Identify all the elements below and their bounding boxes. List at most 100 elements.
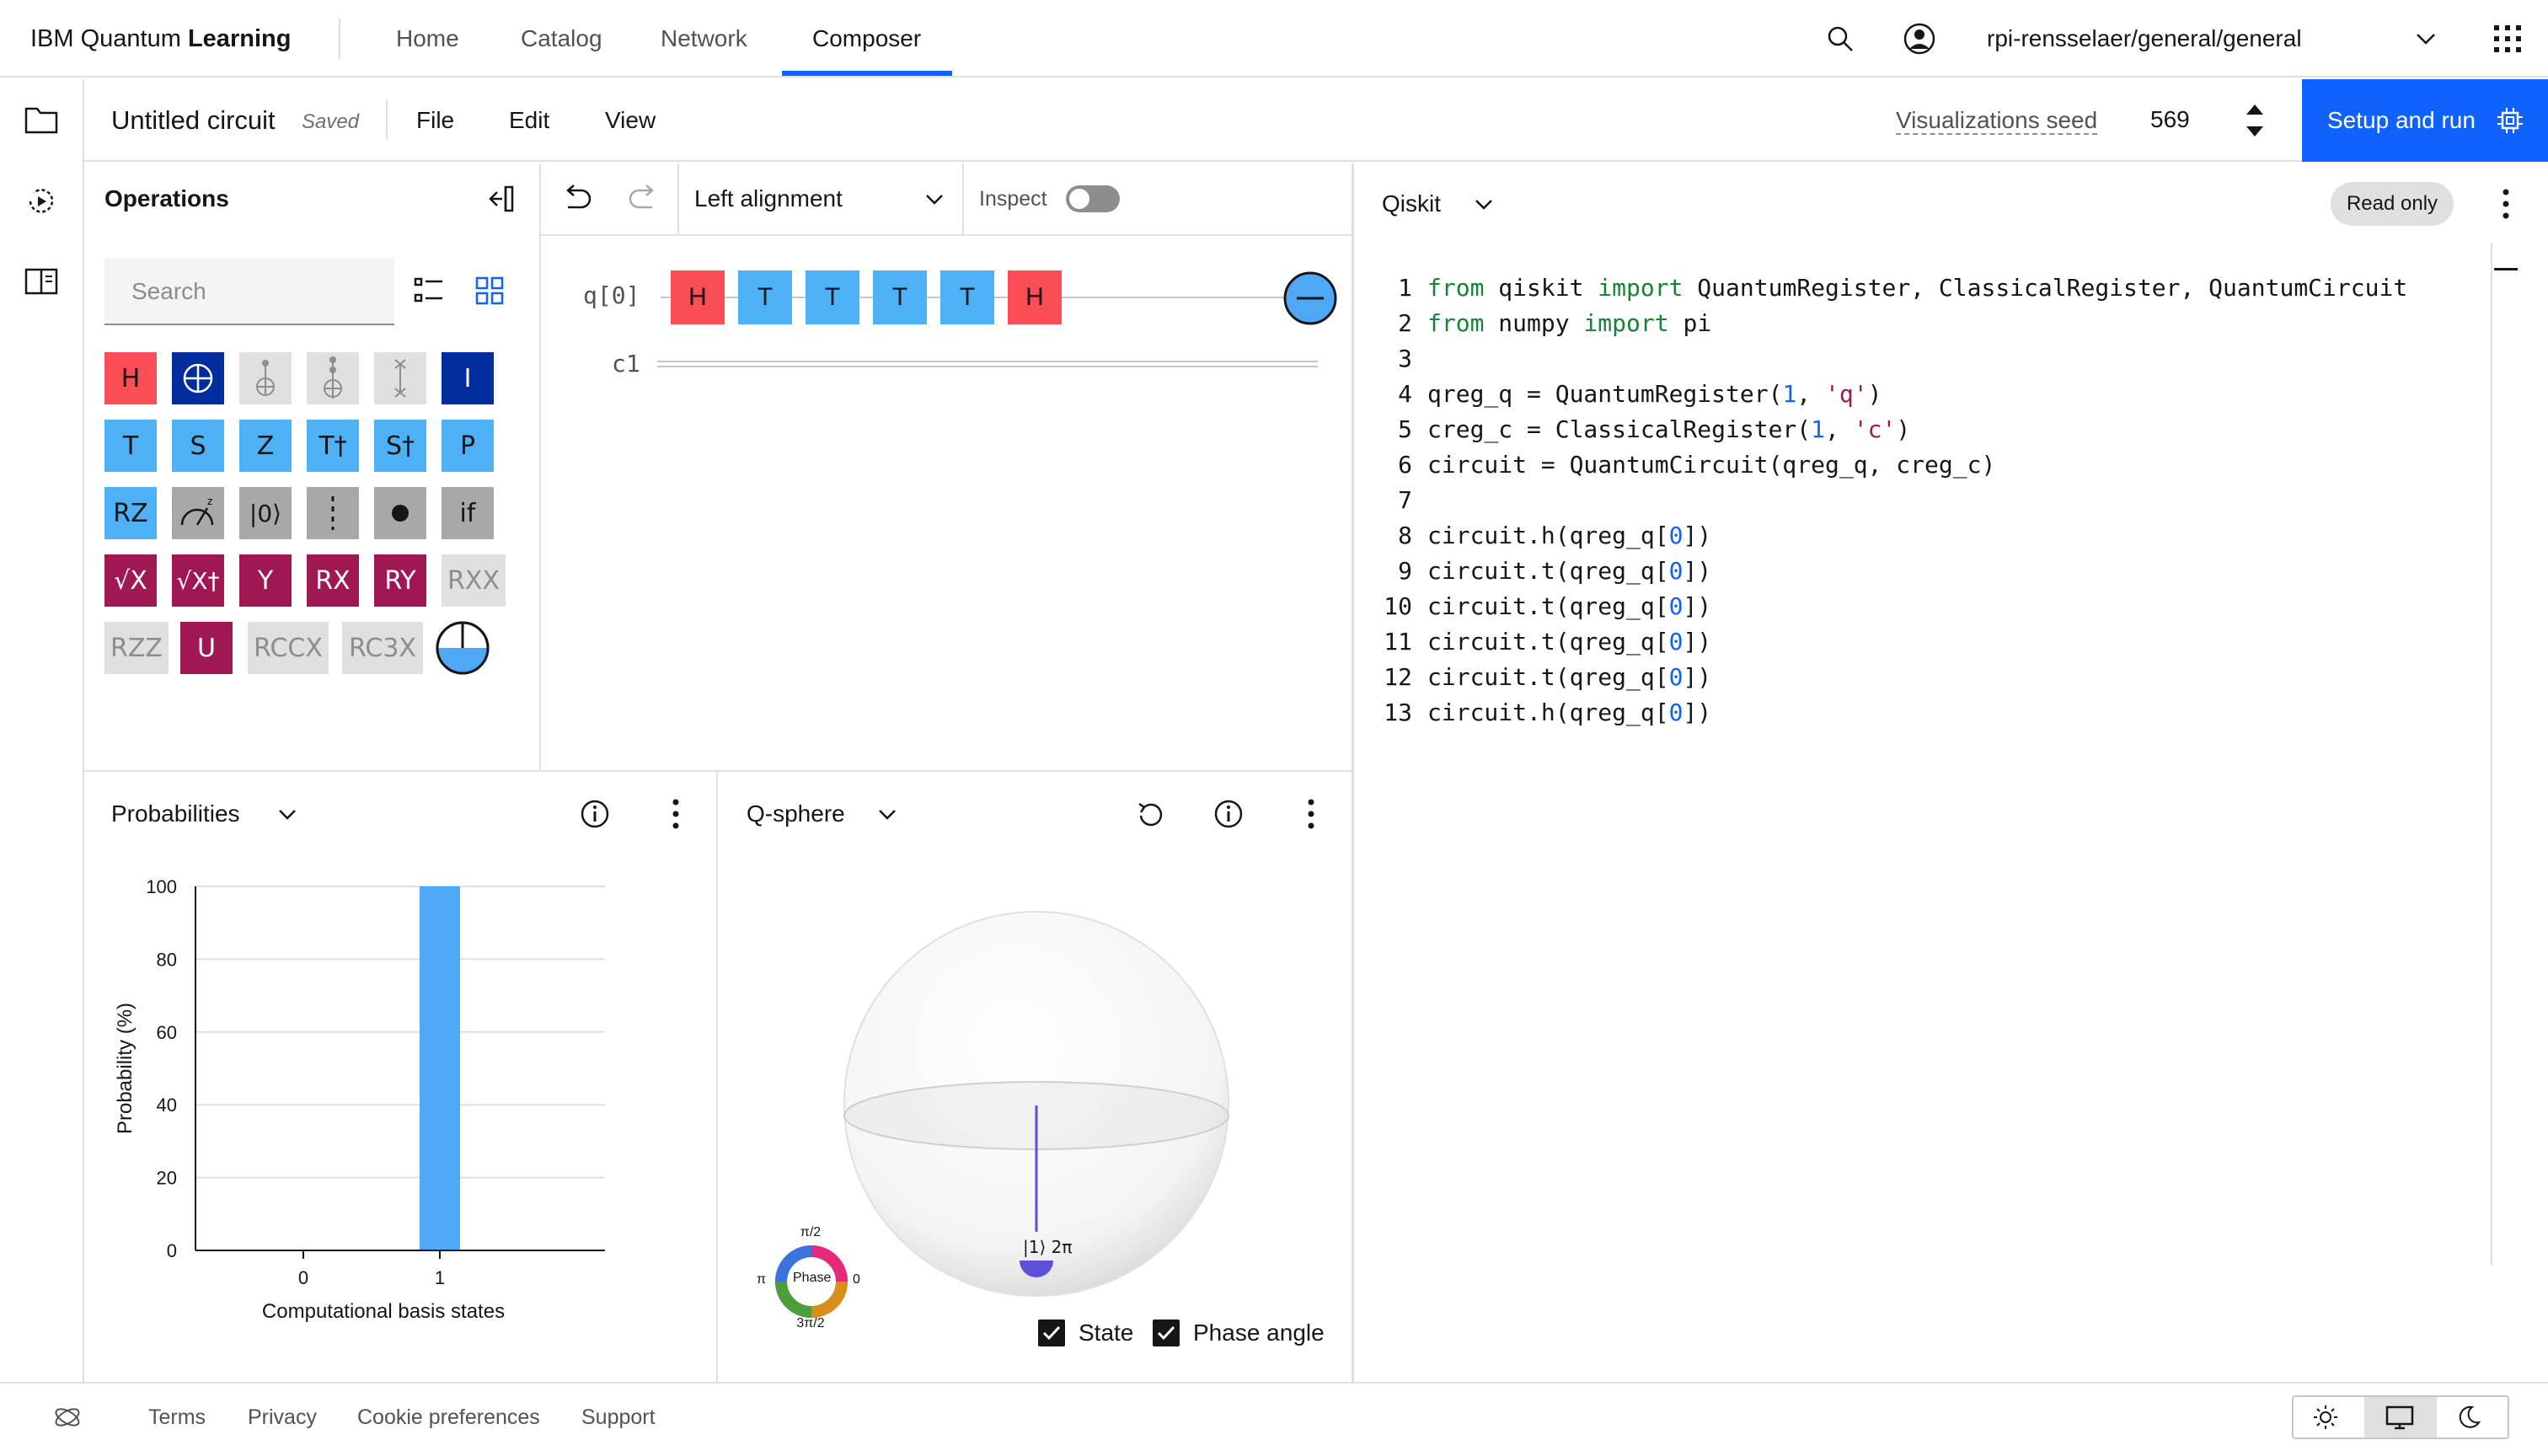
footer-terms-link[interactable]: Terms <box>148 1382 206 1453</box>
alignment-dropdown[interactable]: Left alignment <box>679 163 962 234</box>
circuit-gate-t[interactable]: T <box>806 270 859 324</box>
operations-search-input[interactable]: Search <box>104 258 394 325</box>
account-selector[interactable]: rpi-rensselaer/general/general <box>1987 0 2302 78</box>
nav-network[interactable]: Network <box>661 0 747 78</box>
circuit-gate-t[interactable]: T <box>738 270 792 324</box>
state-checkbox[interactable]: State <box>1038 1316 1133 1350</box>
gate-rxx[interactable]: RXX <box>442 554 506 607</box>
nav-composer[interactable]: Composer <box>812 0 921 78</box>
gate-swap[interactable] <box>374 352 426 404</box>
gate-h[interactable]: H <box>104 352 157 404</box>
qubit-state-indicator[interactable] <box>1282 270 1338 326</box>
menu-file[interactable]: File <box>416 79 454 162</box>
phase-angle-checkbox[interactable]: Phase angle <box>1153 1316 1325 1350</box>
gate-cnot[interactable] <box>172 352 224 404</box>
state-label: |1⟩ 2π <box>1023 1237 1073 1257</box>
visualizations-seed-label[interactable]: Visualizations seed <box>1896 79 2098 162</box>
list-view-icon[interactable] <box>413 275 445 307</box>
search-icon[interactable] <box>1825 24 1855 54</box>
classical-wire[interactable] <box>657 361 1318 367</box>
viz-panel-divider[interactable] <box>84 770 1353 772</box>
menu-view[interactable]: View <box>605 79 656 162</box>
gate-control[interactable] <box>374 487 426 539</box>
documentation-icon[interactable] <box>24 266 59 297</box>
gate-ccx[interactable] <box>239 352 292 404</box>
gate-tdg[interactable]: T† <box>307 420 359 472</box>
gate-rx[interactable]: RX <box>307 554 359 607</box>
brand-logo[interactable]: IBM Quantum Learning <box>30 0 291 78</box>
gate-sdg[interactable]: S† <box>374 420 426 472</box>
gate-rz[interactable]: RZ <box>104 487 157 539</box>
overflow-menu-icon[interactable] <box>667 797 684 831</box>
code-language-dropdown[interactable]: Qiskit <box>1382 174 1441 234</box>
undo-icon[interactable] <box>561 184 593 214</box>
info-icon[interactable] <box>580 799 610 829</box>
ops-panel-divider[interactable] <box>539 163 541 770</box>
gate-if[interactable]: if <box>442 487 494 539</box>
gate-sx[interactable]: √X <box>104 554 157 607</box>
seed-stepper-icon[interactable] <box>2245 101 2265 140</box>
gate-z[interactable]: Z <box>239 420 292 472</box>
gate-barrier[interactable] <box>307 487 359 539</box>
inspect-toggle[interactable] <box>1065 185 1121 213</box>
code-scrollbar[interactable] <box>2491 243 2492 1266</box>
gate-measure[interactable]: z <box>172 487 224 539</box>
footer-support-link[interactable]: Support <box>581 1382 656 1453</box>
overflow-menu-icon[interactable] <box>1303 797 1320 831</box>
redo-icon[interactable] <box>627 184 659 214</box>
gate-s[interactable]: S <box>172 420 224 472</box>
gate-p[interactable]: P <box>442 420 494 472</box>
gate-sxdg[interactable]: √X† <box>172 554 224 607</box>
nav-catalog[interactable]: Catalog <box>521 0 602 78</box>
circuit-gate-t[interactable]: T <box>940 270 994 324</box>
nav-home[interactable]: Home <box>396 0 459 78</box>
system-theme-icon[interactable] <box>2385 1404 2415 1431</box>
gate-c3x[interactable] <box>307 352 359 404</box>
bloch-sphere-gate-icon[interactable] <box>435 620 490 676</box>
operations-title: Operations <box>104 185 229 211</box>
user-avatar-icon[interactable] <box>1903 22 1936 56</box>
info-icon[interactable] <box>1213 799 1244 829</box>
chevron-down-icon[interactable] <box>2415 29 2437 49</box>
chevron-down-icon[interactable] <box>1473 194 1495 214</box>
gate-rccx[interactable]: RCCX <box>248 622 329 674</box>
gate-i[interactable]: I <box>442 352 494 404</box>
swap-icon <box>394 359 406 398</box>
circuit-gate-t[interactable]: T <box>873 270 927 324</box>
gate-ry[interactable]: RY <box>374 554 426 607</box>
gate-reset[interactable]: |0⟩ <box>239 487 292 539</box>
line-number: 1 <box>1398 274 1412 302</box>
gate-u[interactable]: U <box>180 622 233 674</box>
circuit-gate-h[interactable]: H <box>671 270 725 324</box>
scroll-thumb[interactable] <box>2494 268 2518 270</box>
gate-rzz[interactable]: RZZ <box>104 622 169 674</box>
probability-bar <box>420 886 460 1250</box>
circuit-gate-h[interactable]: H <box>1008 270 1062 324</box>
qsphere-title[interactable]: Q-sphere <box>747 772 845 856</box>
folder-icon[interactable] <box>24 104 59 135</box>
collapse-panel-icon[interactable] <box>485 184 516 214</box>
gate-y[interactable]: Y <box>239 554 292 607</box>
chevron-down-icon[interactable] <box>876 804 898 824</box>
gate-rc3x[interactable]: RC3X <box>342 622 423 674</box>
circuit-title[interactable]: Untitled circuit <box>111 79 276 162</box>
light-theme-icon[interactable] <box>2312 1404 2339 1431</box>
reset-view-icon[interactable] <box>1132 797 1166 831</box>
gate-t[interactable]: T <box>104 420 157 472</box>
overflow-menu-icon[interactable] <box>2497 187 2514 221</box>
barrier-icon <box>331 496 335 530</box>
line-number: 3 <box>1398 345 1412 372</box>
classical-register-label[interactable]: c1 <box>612 350 640 377</box>
grid-view-icon[interactable] <box>474 275 506 307</box>
footer-privacy-link[interactable]: Privacy <box>248 1382 317 1453</box>
phase-right-label: 0 <box>853 1272 860 1287</box>
footer-cookie-link[interactable]: Cookie preferences <box>357 1382 540 1453</box>
menu-edit[interactable]: Edit <box>509 79 549 162</box>
seed-value-input[interactable]: 569 <box>2150 79 2190 162</box>
probabilities-title[interactable]: Probabilities <box>111 772 240 856</box>
history-icon[interactable] <box>24 184 59 219</box>
chevron-down-icon[interactable] <box>276 804 298 824</box>
dark-theme-icon[interactable] <box>2455 1404 2482 1431</box>
qubit-label[interactable]: q[0] <box>583 281 640 309</box>
app-switcher-icon[interactable] <box>2492 24 2523 54</box>
